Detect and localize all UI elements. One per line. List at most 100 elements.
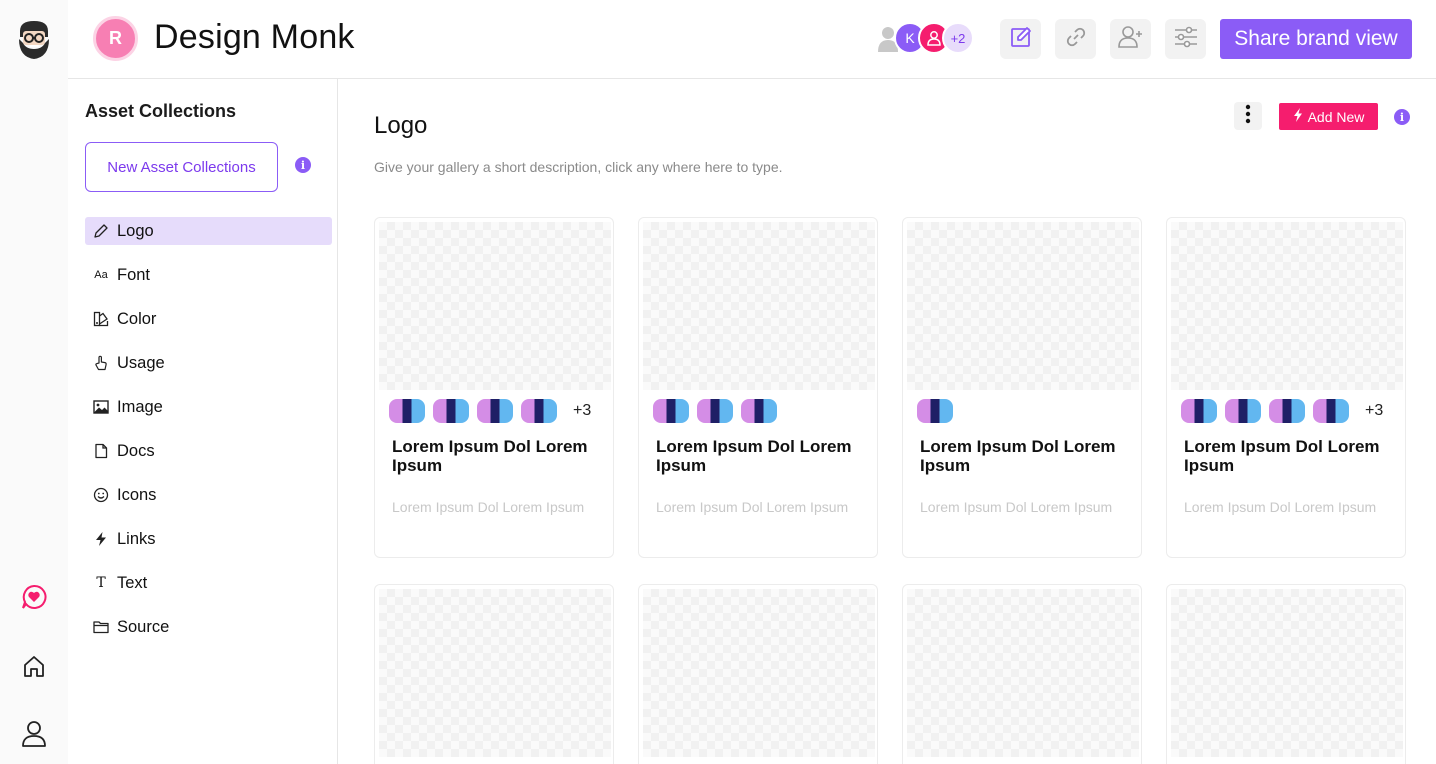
more-variants-count[interactable]: +3 [1365, 402, 1383, 420]
sidebar-item-label: Links [117, 529, 156, 548]
asset-preview-image[interactable] [643, 589, 875, 757]
sidebar-item-docs[interactable]: Docs [85, 437, 332, 465]
sliders-icon [1173, 25, 1199, 54]
variant-swatch[interactable] [741, 399, 777, 423]
asset-card[interactable] [1166, 584, 1406, 764]
asset-preview-image[interactable] [1171, 222, 1403, 390]
settings-sliders-button[interactable] [1165, 19, 1206, 59]
asset-card[interactable]: +3 Lorem Ipsum Dol Lorem Ipsum Lorem Ipsum… [1166, 217, 1406, 558]
sidebar-item-image[interactable]: Image [85, 393, 332, 421]
add-new-label: Add New [1307, 108, 1365, 125]
variant-swatch[interactable] [1225, 399, 1261, 423]
collaborator-avatars[interactable]: K +2 [872, 22, 982, 54]
variant-swatch[interactable] [917, 399, 953, 423]
sidebar-item-source[interactable]: Source [85, 613, 332, 641]
home-icon[interactable] [19, 651, 49, 681]
add-user-button[interactable] [1110, 19, 1151, 59]
variant-swatch[interactable] [697, 399, 733, 423]
link-icon [1065, 26, 1087, 53]
heart-chat-icon[interactable] [19, 582, 49, 612]
variant-swatch[interactable] [477, 399, 513, 423]
sidebar-item-label: Source [117, 617, 170, 636]
workspace-avatar[interactable]: R [93, 16, 138, 61]
card-subtitle: Lorem Ipsum Dol Lorem Ipsum [656, 499, 849, 515]
copy-link-button[interactable] [1055, 19, 1096, 59]
new-asset-collection-button[interactable]: New Asset Collections [85, 142, 278, 192]
palette-icon [93, 311, 109, 327]
card-subtitle: Lorem Ipsum Dol Lorem Ipsum [392, 499, 585, 515]
font-icon: Aa [94, 269, 108, 281]
asset-collections-sidebar: Asset Collections New Asset Collections … [68, 79, 338, 764]
variant-swatch[interactable] [521, 399, 557, 423]
pencil-icon [93, 223, 109, 239]
image-icon [93, 399, 109, 415]
more-variants-count[interactable]: +3 [573, 402, 591, 420]
edit-button[interactable] [1000, 19, 1041, 59]
gallery-title[interactable]: Logo [374, 112, 427, 140]
sidebar-title: Asset Collections [85, 101, 237, 121]
card-title: Lorem Ipsum Dol Lorem Ipsum [656, 437, 852, 475]
smiley-icon [93, 487, 109, 503]
bearded-man-logo-icon[interactable] [14, 17, 54, 61]
card-subtitle: Lorem Ipsum Dol Lorem Ipsum [920, 499, 1113, 515]
asset-card[interactable] [374, 584, 614, 764]
variant-swatch[interactable] [1181, 399, 1217, 423]
sidebar-item-logo[interactable]: Logo [85, 217, 332, 245]
variant-swatch[interactable] [433, 399, 469, 423]
document-icon [93, 443, 109, 459]
color-variants: +3 [1181, 399, 1383, 423]
share-brand-view-button[interactable]: Share brand view [1220, 19, 1412, 59]
asset-preview-image[interactable] [1171, 589, 1403, 757]
sidebar-item-label: Docs [117, 441, 155, 460]
more-options-button[interactable] [1234, 102, 1262, 130]
user-icon[interactable] [19, 719, 49, 749]
add-new-button[interactable]: Add New [1279, 103, 1378, 130]
card-title: Lorem Ipsum Dol Lorem Ipsum [392, 437, 588, 475]
color-variants [917, 399, 961, 423]
info-icon[interactable]: i [1394, 109, 1410, 125]
asset-card[interactable]: Lorem Ipsum Dol Lorem Ipsum Lorem Ipsum D… [902, 217, 1142, 558]
sidebar-item-label: Icons [117, 485, 157, 504]
asset-preview-image[interactable] [379, 589, 611, 757]
sidebar-item-links[interactable]: Links [85, 525, 332, 553]
color-variants: +3 [389, 399, 591, 423]
asset-preview-image[interactable] [907, 222, 1139, 390]
asset-preview-image[interactable] [379, 222, 611, 390]
asset-card[interactable]: Lorem Ipsum Dol Lorem Ipsum Lorem Ipsum D… [638, 217, 878, 558]
color-variants [653, 399, 785, 423]
text-icon: T [96, 575, 106, 591]
top-header: R Design Monk K +2 Share brand view [68, 0, 1436, 79]
sidebar-item-font[interactable]: Aa Font [85, 261, 332, 289]
card-title: Lorem Ipsum Dol Lorem Ipsum [1184, 437, 1380, 475]
sidebar-item-label: Image [117, 397, 163, 416]
add-user-icon [1117, 25, 1144, 54]
sidebar-item-label: Usage [117, 353, 165, 372]
sidebar-item-icons[interactable]: Icons [85, 481, 332, 509]
sidebar-item-color[interactable]: Color [85, 305, 332, 333]
workspace-title: Design Monk [154, 18, 355, 56]
more-collaborators-badge[interactable]: +2 [942, 22, 974, 54]
sidebar-item-label: Color [117, 309, 157, 328]
sidebar-item-text[interactable]: T Text [85, 569, 332, 597]
sidebar-item-label: Logo [117, 221, 154, 240]
info-icon[interactable]: i [295, 157, 311, 173]
folder-icon [93, 619, 109, 635]
sidebar-item-usage[interactable]: Usage [85, 349, 332, 377]
kebab-menu-icon [1245, 104, 1251, 129]
main-content: Logo Give your gallery a short descripti… [339, 79, 1436, 764]
variant-swatch[interactable] [1269, 399, 1305, 423]
variant-swatch[interactable] [653, 399, 689, 423]
card-subtitle: Lorem Ipsum Dol Lorem Ipsum [1184, 499, 1377, 515]
card-title: Lorem Ipsum Dol Lorem Ipsum [920, 437, 1116, 475]
bolt-icon [93, 531, 109, 547]
variant-swatch[interactable] [389, 399, 425, 423]
asset-card[interactable] [902, 584, 1142, 764]
asset-preview-image[interactable] [907, 589, 1139, 757]
asset-preview-image[interactable] [643, 222, 875, 390]
bolt-icon [1293, 108, 1303, 125]
asset-card[interactable]: +3 Lorem Ipsum Dol Lorem Ipsum Lorem Ipsum… [374, 217, 614, 558]
sidebar-item-label: Font [117, 265, 151, 284]
asset-card[interactable] [638, 584, 878, 764]
variant-swatch[interactable] [1313, 399, 1349, 423]
gallery-description[interactable]: Give your gallery a short description, c… [374, 157, 814, 178]
